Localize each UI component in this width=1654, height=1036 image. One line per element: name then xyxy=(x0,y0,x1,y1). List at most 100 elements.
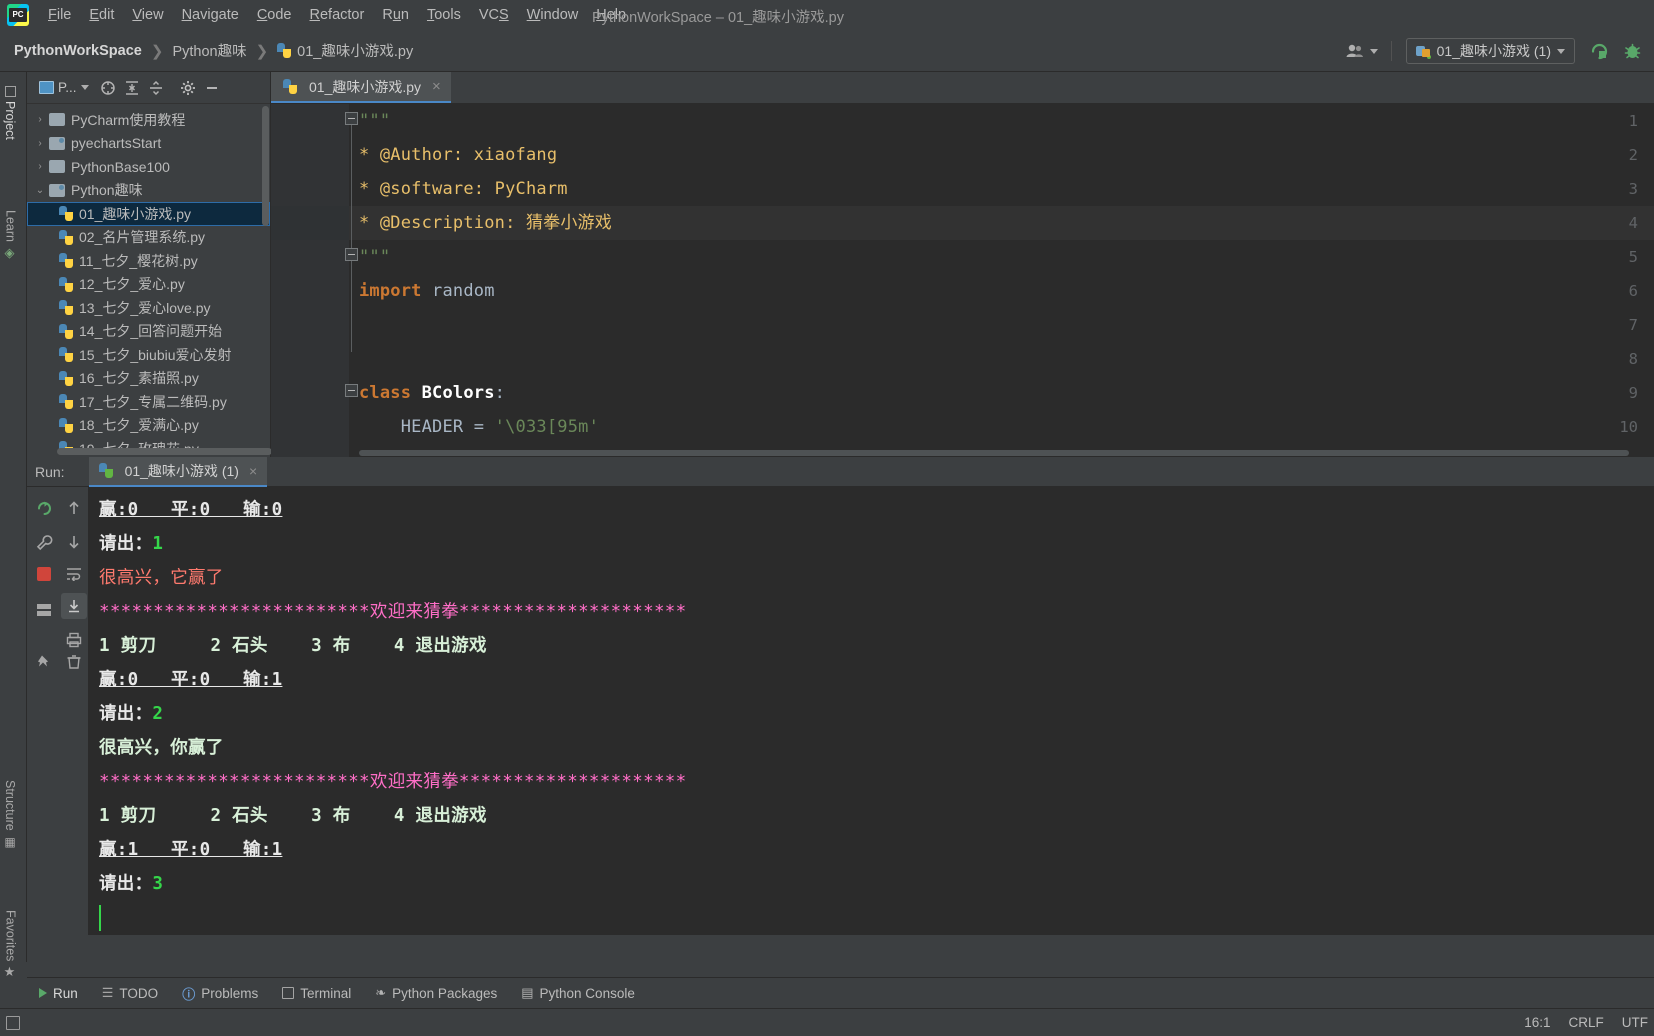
breadcrumb-project[interactable]: PythonWorkSpace xyxy=(14,43,142,59)
chevron-right-icon[interactable]: › xyxy=(31,138,49,149)
project-panel-icon xyxy=(4,86,16,97)
tree-node[interactable]: 16_七夕_素描照.py xyxy=(27,367,270,391)
tree-node[interactable]: 12_七夕_爱心.py xyxy=(27,273,270,297)
rerun-icon[interactable] xyxy=(31,495,57,521)
tree-node-label: 15_七夕_biubiu爱心发射 xyxy=(79,346,232,363)
collapse-all-icon[interactable] xyxy=(145,77,167,99)
console-text: 赢:1 平:0 输:1 xyxy=(99,840,283,860)
menu-navigate[interactable]: Navigate xyxy=(173,4,248,26)
stripe-button-favorites[interactable]: Favorites ★ xyxy=(3,902,18,988)
menu-view[interactable]: View xyxy=(123,4,172,26)
bottom-tab-terminal[interactable]: Terminal xyxy=(270,978,363,1009)
line-number: 10 xyxy=(1619,418,1638,436)
tree-node[interactable]: ⌄ Python趣味 xyxy=(27,179,270,203)
stripe-button-learn[interactable]: Learn ◈ xyxy=(3,202,18,269)
user-avatar-icon[interactable] xyxy=(1339,30,1385,72)
project-horizontal-scrollbar[interactable] xyxy=(57,448,272,455)
fold-marker-class[interactable] xyxy=(345,384,358,397)
pin-tab-icon[interactable] xyxy=(31,649,57,675)
fold-marker-docstring-end[interactable] xyxy=(345,248,358,261)
stop-icon[interactable] xyxy=(31,561,57,587)
console-text: 3 xyxy=(152,874,164,894)
console-line: 很高兴，它赢了 xyxy=(99,561,224,595)
menu-window[interactable]: Window xyxy=(518,4,588,26)
run-button[interactable] xyxy=(1583,30,1616,72)
breadcrumb-separator-2: ❯ xyxy=(255,42,269,60)
pycharm-logo-icon xyxy=(7,4,29,26)
bottom-tab-python-console[interactable]: ▤ Python Console xyxy=(509,978,647,1009)
close-icon[interactable]: × xyxy=(432,78,441,95)
tree-node[interactable]: 18_七夕_爱满心.py xyxy=(27,414,270,438)
tree-node[interactable]: 01_趣味小游戏.py xyxy=(27,202,270,226)
editor-horizontal-scrollbar[interactable] xyxy=(359,450,1629,456)
project-vertical-scrollbar[interactable] xyxy=(262,106,269,226)
python-file-icon xyxy=(59,206,74,222)
debug-button[interactable] xyxy=(1616,30,1654,72)
toggle-tool-window-icon xyxy=(6,1015,20,1030)
clear-all-icon[interactable] xyxy=(61,649,87,675)
fold-marker-docstring-start[interactable] xyxy=(345,112,358,125)
hide-panel-icon[interactable] xyxy=(201,77,223,99)
project-panel-title[interactable]: P... xyxy=(39,80,89,95)
tree-node[interactable]: 13_七夕_爱心love.py xyxy=(27,296,270,320)
chevron-right-icon[interactable]: › xyxy=(31,114,49,125)
scroll-down-icon[interactable] xyxy=(61,529,87,555)
editor-tab-active[interactable]: 01_趣味小游戏.py × xyxy=(271,72,451,103)
project-toolbar: P... xyxy=(27,72,270,104)
code-token: * @Author: xiaofang xyxy=(359,145,558,165)
run-tab-active[interactable]: 01_趣味小游戏 (1) × xyxy=(88,456,268,487)
menu-run[interactable]: Run xyxy=(373,4,418,26)
close-icon[interactable]: × xyxy=(249,463,257,479)
code-line: * @software: PyCharm xyxy=(359,172,568,206)
console-text: 2 xyxy=(152,704,164,724)
print-grid-icon[interactable] xyxy=(31,597,57,623)
run-config-icon xyxy=(1415,44,1432,60)
status-bar-left[interactable] xyxy=(6,1015,20,1030)
breadcrumb-folder[interactable]: Python趣味 xyxy=(172,40,246,61)
run-tab-label: 01_趣味小游戏 (1) xyxy=(124,462,239,479)
file-encoding[interactable]: UTF xyxy=(1622,1015,1648,1030)
tree-node[interactable]: › PythonBase100 xyxy=(27,155,270,179)
menu-tools[interactable]: Tools xyxy=(418,4,470,26)
select-opened-file-icon[interactable] xyxy=(97,77,119,99)
tree-node-label: Python趣味 xyxy=(71,182,143,199)
menu-edit[interactable]: Edit xyxy=(80,4,123,26)
expand-all-icon[interactable] xyxy=(121,77,143,99)
tree-node[interactable]: › PyCharm使用教程 xyxy=(27,108,270,132)
soft-wrap-icon[interactable] xyxy=(61,561,87,587)
bottom-tab-todo[interactable]: ☰ TODO xyxy=(90,978,170,1009)
chevron-right-icon[interactable]: › xyxy=(31,161,49,172)
tree-node[interactable]: 15_七夕_biubiu爱心发射 xyxy=(27,343,270,367)
run-configuration-selector[interactable]: 01_趣味小游戏 (1) xyxy=(1405,38,1575,64)
tree-node[interactable]: 17_七夕_专属二维码.py xyxy=(27,390,270,414)
tree-node-label: 13_七夕_爱心love.py xyxy=(79,299,211,316)
bottom-tab-python-packages[interactable]: ❧ Python Packages xyxy=(363,978,509,1009)
tree-node[interactable]: 02_名片管理系统.py xyxy=(27,226,270,250)
tree-node-label: 14_七夕_回答问题开始 xyxy=(79,323,223,340)
line-separator[interactable]: CRLF xyxy=(1568,1015,1603,1030)
menu-refactor[interactable]: Refactor xyxy=(301,4,374,26)
menu-file[interactable]: File xyxy=(39,4,80,26)
tree-node[interactable]: › pyechartsStart xyxy=(27,132,270,156)
bottom-tab-python-packages-label: Python Packages xyxy=(392,985,498,1001)
tree-node[interactable]: 14_七夕_回答问题开始 xyxy=(27,320,270,344)
stripe-button-structure[interactable]: Structure ▦ xyxy=(3,772,17,857)
line-number: 8 xyxy=(1628,350,1638,368)
console-output[interactable]: 赢:0 平:0 输:0 请出：1 很高兴，它赢了 ******************… xyxy=(89,487,1654,935)
chevron-down-icon[interactable]: ⌄ xyxy=(31,185,49,196)
settings-gear-icon[interactable] xyxy=(177,77,199,99)
stripe-button-project[interactable]: Project xyxy=(3,78,17,148)
menu-code[interactable]: Code xyxy=(248,4,301,26)
caret-position[interactable]: 16:1 xyxy=(1524,1015,1550,1030)
tree-node[interactable]: 11_七夕_樱花树.py xyxy=(27,249,270,273)
breadcrumb-file[interactable]: 01_趣味小游戏.py xyxy=(277,40,413,61)
scroll-to-end-icon[interactable] xyxy=(61,593,87,619)
console-line: 赢:0 平:0 输:0 xyxy=(99,493,282,527)
bottom-tab-run[interactable]: Run xyxy=(27,978,90,1009)
scroll-up-icon[interactable] xyxy=(61,495,87,521)
code-editor[interactable]: 1 """ 2 * @Author: xiaofang 3 * @software: Py… xyxy=(271,104,1654,457)
menu-vcs[interactable]: VCS xyxy=(470,4,518,26)
line-number: 1 xyxy=(1628,112,1638,130)
wrench-settings-icon[interactable] xyxy=(31,529,57,555)
bottom-tab-problems[interactable]: ⓘ Problems xyxy=(170,978,270,1009)
